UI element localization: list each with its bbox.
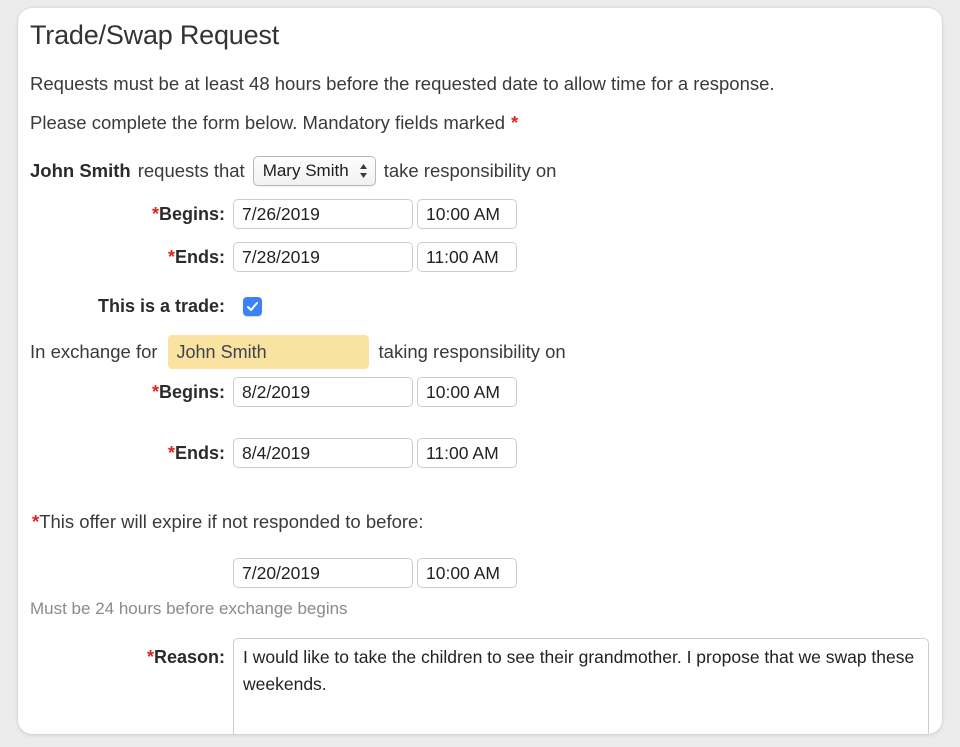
expiration-title-text: This offer will expire if not responded … [39,511,424,532]
exchange-begins-label-text: Begins: [158,381,225,402]
expiration-hint-text: Must be 24 hours before exchange begins [30,599,348,618]
responsibility-suffix-text: take responsibility on [383,160,557,181]
request-begins-date-input[interactable] [233,199,413,229]
exchange-begins-row: *Begins: [18,377,517,407]
exchange-ends-date-input[interactable] [233,438,413,468]
page-title: Trade/Swap Request [30,20,280,50]
requester-row: John Smith requests that Mary Smith take… [30,156,556,186]
reason-label-text: Reason: [153,647,225,667]
intro-text-line-2: Please complete the form below. Mandator… [30,112,518,134]
exchange-ends-label-text: Ends: [174,442,225,463]
exchange-prefix-text: In exchange for [30,341,158,362]
reason-textarea[interactable]: I would like to take the children to see… [233,638,929,734]
exchange-suffix-text: taking responsibility on [378,341,566,362]
exchange-begins-date-input[interactable] [233,377,413,407]
responsible-person-select[interactable]: Mary Smith [252,156,376,186]
exchange-person-input[interactable] [167,335,369,369]
exchange-ends-row: *Ends: [18,438,517,468]
required-star: * [146,647,154,667]
person-select-wrapper: Mary Smith [252,156,376,186]
exchange-begins-label: *Begins: [18,382,225,403]
request-ends-row: *Ends: [18,242,517,272]
is-trade-label: This is a trade: [97,296,225,316]
exchange-person-row: In exchange for taking responsibility on [30,335,566,369]
required-star: * [167,442,175,463]
is-trade-checkbox[interactable] [243,297,262,316]
is-trade-row: This is a trade: [18,296,262,317]
mandatory-marker-star: * [511,113,519,133]
required-star: * [151,381,159,402]
request-ends-label: *Ends: [18,247,225,268]
request-ends-time-input[interactable] [417,242,517,272]
intro-text-line-2-text: Please complete the form below. Mandator… [30,112,506,133]
required-star: * [167,246,175,267]
expiration-title: *This offer will expire if not responded… [32,511,423,533]
expiration-date-input[interactable] [233,558,413,588]
request-begins-row: *Begins: [18,199,517,229]
request-ends-label-text: Ends: [174,246,225,267]
reason-label: *Reason: [18,638,225,668]
intro-text-line-1: Requests must be at least 48 hours befor… [30,73,775,94]
expiration-row [18,558,517,588]
check-icon [247,302,258,311]
exchange-ends-time-input[interactable] [417,438,517,468]
exchange-ends-label: *Ends: [18,443,225,464]
required-star: * [151,203,159,224]
request-begins-label-text: Begins: [158,203,225,224]
request-begins-label: *Begins: [18,204,225,225]
requester-verb-text: requests that [137,160,245,181]
reason-row: *Reason: I would like to take the childr… [18,638,929,734]
trade-swap-request-card: Trade/Swap Request Requests must be at l… [18,8,942,734]
request-ends-date-input[interactable] [233,242,413,272]
expiration-time-input[interactable] [417,558,517,588]
exchange-begins-time-input[interactable] [417,377,517,407]
requester-name: John Smith [30,160,131,181]
request-begins-time-input[interactable] [417,199,517,229]
